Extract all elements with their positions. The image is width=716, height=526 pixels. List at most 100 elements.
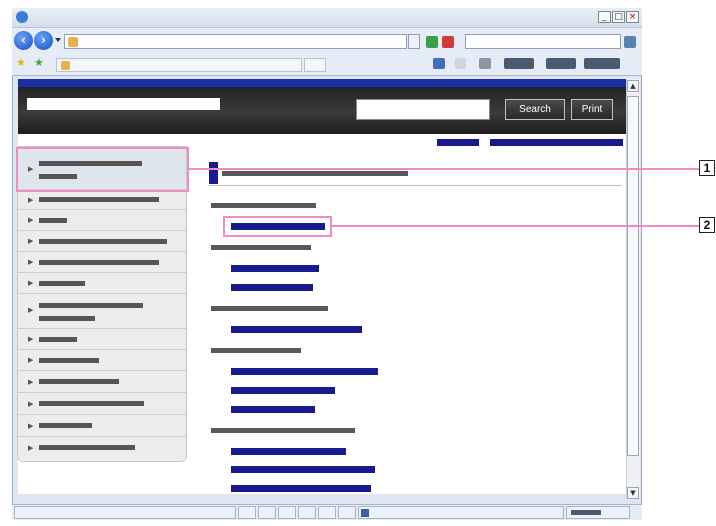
status-cell [298, 506, 316, 519]
sidebar-item-8[interactable]: ▶ [18, 329, 186, 350]
help-icon[interactable] [584, 58, 620, 69]
zone-icon [361, 509, 369, 517]
sidebar-item-label [39, 260, 159, 265]
status-cell [238, 506, 256, 519]
sidebar-item-label [39, 239, 167, 244]
sidebar-item-2[interactable]: ▶ [18, 190, 186, 210]
maximize-button[interactable]: □ [612, 11, 625, 23]
topic-link[interactable] [231, 387, 335, 394]
topic-link[interactable] [231, 284, 313, 291]
sidebar-item-6[interactable]: ▶ [18, 273, 186, 294]
feeds-icon[interactable] [455, 58, 466, 69]
scroll-thumb[interactable] [627, 96, 639, 456]
highlight-topic-link [223, 216, 332, 237]
add-favorites-icon[interactable]: ★ [34, 57, 44, 69]
topic-link[interactable] [231, 265, 319, 272]
forward-button[interactable]: › [34, 31, 53, 50]
favorites-star-icon[interactable]: ★ [16, 57, 26, 69]
status-cell [318, 506, 336, 519]
header-link-2[interactable] [490, 139, 623, 146]
zoom-cell[interactable] [566, 506, 630, 519]
sidebar-item-4[interactable]: ▶ [18, 231, 186, 252]
section-heading [211, 203, 316, 208]
refresh-icon[interactable] [426, 36, 438, 48]
chevron-right-icon: ▶ [28, 377, 34, 386]
sidebar-item-12[interactable]: ▶ [18, 415, 186, 437]
header-link-1[interactable] [437, 139, 479, 146]
status-text-cell [14, 506, 236, 519]
chevron-right-icon: ▶ [28, 443, 34, 452]
sidebar-item-label [39, 401, 144, 406]
sidebar-item-label [39, 218, 67, 223]
sidebar-item-label [39, 337, 77, 342]
status-cell [278, 506, 296, 519]
topic-link[interactable] [231, 448, 346, 455]
topic-link[interactable] [231, 466, 375, 473]
search-input[interactable] [356, 99, 490, 120]
topic-link[interactable] [231, 326, 362, 333]
back-button[interactable]: ‹ [14, 31, 33, 50]
scroll-up-icon[interactable]: ▲ [627, 80, 639, 92]
status-cell [258, 506, 276, 519]
search-go-icon[interactable] [624, 36, 636, 48]
status-cell [338, 506, 356, 519]
sidebar-item-9[interactable]: ▶ [18, 350, 186, 371]
chevron-right-icon: ▶ [28, 356, 34, 364]
print-icon[interactable] [479, 58, 491, 69]
search-button[interactable]: Search [505, 99, 565, 120]
sidebar-item-label [39, 445, 135, 450]
sidebar-item-10[interactable]: ▶ [18, 371, 186, 393]
chevron-right-icon: ▶ [28, 237, 34, 245]
chevron-right-icon: ▶ [28, 279, 34, 287]
minimize-button[interactable]: _ [598, 11, 611, 23]
sidebar-item-7[interactable]: ▶ [18, 294, 186, 329]
title-marker [209, 162, 218, 184]
sidebar-item-label [39, 379, 119, 384]
chevron-right-icon: ▶ [28, 306, 34, 314]
zoom-icon [571, 510, 601, 515]
home-icon[interactable] [433, 58, 445, 69]
favorites-toolbar: ★ ★ [12, 54, 642, 76]
callout-line-1 [189, 168, 699, 170]
title-bar [12, 8, 642, 28]
site-title-field [27, 98, 220, 110]
scroll-down-icon[interactable]: ▼ [627, 487, 639, 499]
sidebar-item-label [39, 197, 159, 202]
close-window-button[interactable]: × [626, 11, 639, 23]
section-heading [211, 428, 355, 433]
sidebar-item-13[interactable]: ▶ [18, 437, 186, 458]
address-dropdown-button[interactable] [408, 34, 420, 49]
sidebar-item-label [39, 316, 95, 321]
stop-icon[interactable] [442, 36, 454, 48]
zone-cell [358, 506, 564, 519]
section-heading [211, 245, 311, 250]
address-field[interactable] [64, 34, 407, 49]
page-menu-icon[interactable] [504, 58, 534, 69]
tab-current[interactable] [56, 58, 302, 72]
title-divider [209, 185, 622, 186]
sidebar-item-label [39, 303, 143, 308]
print-button[interactable]: Print [571, 99, 613, 120]
topic-link[interactable] [231, 485, 371, 492]
tools-icon[interactable] [546, 58, 576, 69]
sidebar-item-11[interactable]: ▶ [18, 393, 186, 415]
sidebar-item-3[interactable]: ▶ [18, 210, 186, 231]
chevron-right-icon: ▶ [28, 216, 34, 224]
topic-link[interactable] [231, 406, 315, 413]
topic-link[interactable] [231, 368, 378, 375]
header-strip [18, 79, 626, 87]
sidebar-item-5[interactable]: ▶ [18, 252, 186, 273]
section-heading [211, 348, 301, 353]
new-tab-button[interactable] [304, 58, 326, 72]
ie-logo-icon [16, 11, 28, 23]
history-dropdown-icon[interactable] [55, 38, 61, 42]
page-icon [61, 61, 70, 70]
page-title [222, 171, 408, 176]
chevron-right-icon: ▶ [28, 258, 34, 266]
highlight-sidebar-item [16, 147, 189, 192]
chevron-right-icon: ▶ [28, 195, 34, 204]
search-box[interactable] [465, 34, 621, 49]
chevron-right-icon: ▶ [28, 399, 34, 408]
callout-label-1: 1 [699, 160, 715, 176]
chevron-right-icon: ▶ [28, 335, 34, 343]
